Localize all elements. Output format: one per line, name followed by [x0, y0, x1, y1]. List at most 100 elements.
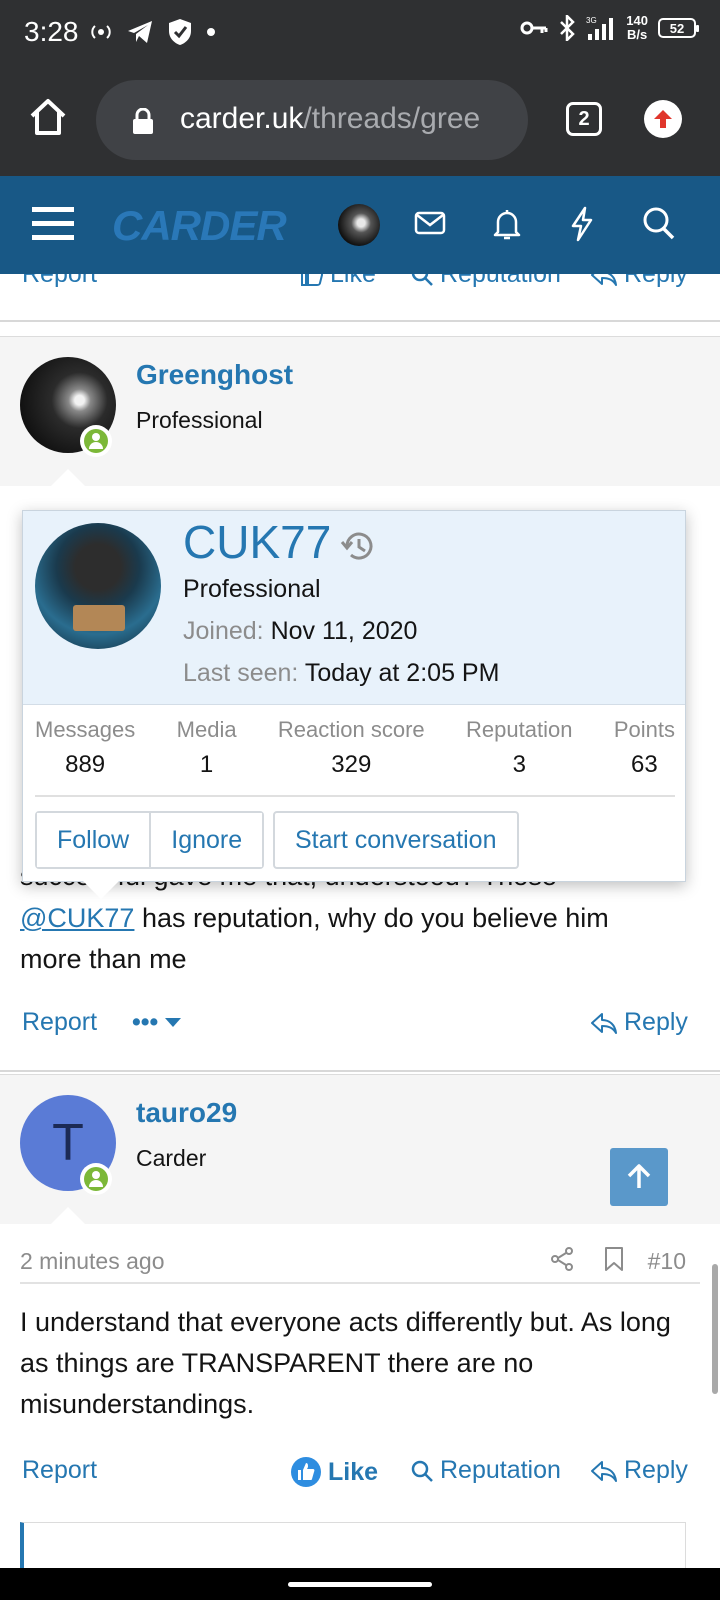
reputation-link[interactable]: Reputation	[410, 1456, 561, 1485]
more-options-button[interactable]: •••	[132, 1008, 182, 1037]
stat-label: Reputation	[466, 717, 573, 742]
post-username[interactable]: tauro29	[136, 1097, 237, 1129]
battery-indicator: 52	[658, 18, 699, 38]
bubble-pointer	[50, 469, 86, 487]
like-button[interactable]: Like	[290, 1456, 378, 1488]
member-avatar[interactable]	[35, 523, 161, 649]
post-time[interactable]: 2 minutes ago	[20, 1248, 164, 1275]
status-time: 3:28	[24, 16, 79, 47]
post-number[interactable]: #10	[648, 1248, 686, 1275]
member-stats: Messages 889 Media 1 Reaction score 329 Rep…	[35, 717, 675, 779]
report-link[interactable]: Report	[22, 1008, 97, 1037]
menu-icon[interactable]	[32, 204, 76, 244]
member-role: Professional	[183, 575, 321, 603]
chevron-down-icon	[165, 1017, 182, 1027]
svg-text:3G: 3G	[586, 16, 597, 25]
mention-link[interactable]: @CUK77	[20, 903, 134, 933]
search-icon[interactable]	[642, 206, 676, 242]
tooltip-pointer	[83, 881, 119, 899]
reputation-link-top[interactable]: Reputation	[410, 274, 561, 289]
stat-value: 3	[512, 751, 526, 778]
site-header: CARDER	[0, 176, 720, 274]
magnifier-icon	[411, 1460, 433, 1482]
update-button[interactable]	[644, 100, 682, 138]
bookmark-icon[interactable]	[604, 1246, 624, 1272]
like-link-top[interactable]: Like	[300, 274, 376, 289]
online-status-icon	[80, 1163, 112, 1195]
post-user-role: Professional	[136, 407, 263, 433]
reply-link[interactable]: Reply	[590, 1456, 688, 1485]
status-left-icons	[90, 18, 216, 46]
reply-link[interactable]: Reply	[590, 1008, 688, 1037]
site-logo[interactable]: CARDER	[112, 202, 287, 250]
url-path: /threads/gree	[303, 102, 481, 135]
home-button[interactable]	[28, 98, 68, 136]
stat-messages[interactable]: Messages 889	[35, 717, 135, 779]
divider	[0, 320, 720, 322]
reputation-label: Reputation	[440, 274, 561, 288]
stat-reputation[interactable]: Reputation 3	[466, 717, 572, 779]
hotspot-icon	[91, 25, 111, 39]
speed-value: 140	[626, 13, 648, 28]
reply-icon	[591, 1460, 617, 1482]
more-label: •••	[132, 1008, 159, 1036]
follow-button[interactable]: Follow	[37, 813, 150, 867]
start-conversation-button[interactable]: Start conversation	[273, 811, 519, 869]
post-text-line: more than me	[20, 944, 187, 974]
inbox-icon[interactable]	[414, 206, 446, 240]
network-speed: 140 B/s	[626, 14, 648, 42]
tooltip-button-group: Follow Ignore	[35, 811, 265, 869]
meta-divider	[20, 1282, 700, 1284]
tooltip-header: CUK77 Professional Joined: Nov 11, 2020 …	[23, 511, 685, 705]
stat-value: 63	[631, 751, 658, 778]
dot-icon	[207, 28, 215, 36]
post-text-rest: has reputation, why do you believe him	[134, 903, 609, 933]
arrow-up-icon	[654, 110, 672, 128]
scroll-to-top-button[interactable]	[610, 1148, 668, 1206]
reply-icon	[591, 1012, 617, 1034]
account-avatar[interactable]	[338, 204, 380, 246]
stat-media[interactable]: Media 1	[177, 717, 237, 779]
member-tooltip: CUK77 Professional Joined: Nov 11, 2020 …	[22, 510, 686, 899]
ignore-button[interactable]: Ignore	[149, 813, 263, 867]
status-bar: 3:28 3G 140 B/s 52	[0, 0, 720, 64]
reputation-label: Reputation	[440, 1456, 561, 1484]
status-right-icons: 3G 140 B/s 52	[520, 14, 699, 42]
shield-icon	[169, 19, 191, 45]
lightning-icon[interactable]	[568, 206, 596, 242]
address-bar[interactable]: carder.uk/threads/gree	[96, 80, 528, 160]
browser-toolbar: carder.uk/threads/gree 2	[0, 64, 720, 176]
system-nav-bar	[0, 1568, 720, 1600]
stat-label: Media	[176, 717, 237, 742]
reply-label: Reply	[624, 1456, 688, 1484]
magnifier-icon	[411, 274, 433, 286]
bubble-pointer	[50, 1207, 86, 1225]
stat-value: 889	[65, 751, 106, 778]
history-icon[interactable]	[339, 527, 377, 565]
speed-unit: B/s	[627, 27, 648, 42]
like-label: Like	[330, 274, 376, 288]
stat-points[interactable]: Points 63	[614, 717, 675, 779]
quick-reply-box[interactable]	[20, 1522, 686, 1568]
home-gesture-handle[interactable]	[288, 1582, 432, 1587]
stat-reaction-score[interactable]: Reaction score 329	[278, 717, 425, 779]
scrollbar[interactable]	[712, 1264, 718, 1394]
share-icon[interactable]	[550, 1246, 574, 1272]
reply-link-top[interactable]: Reply	[590, 274, 688, 289]
like-icon	[291, 1457, 321, 1487]
reply-label: Reply	[624, 1008, 688, 1036]
post-username[interactable]: Greenghost	[136, 359, 293, 391]
report-link[interactable]: Report	[22, 1456, 97, 1485]
bluetooth-icon	[560, 15, 576, 41]
tab-switcher-button[interactable]: 2	[566, 102, 602, 136]
url-host: carder.uk	[180, 102, 304, 135]
bell-icon[interactable]	[492, 206, 522, 242]
post-text: @CUK77 has reputation, why do you believ…	[20, 898, 700, 939]
report-link-top[interactable]: Report	[22, 274, 97, 289]
report-label: Report	[22, 1456, 98, 1484]
last-seen-value: Today at 2:05 PM	[304, 659, 500, 687]
joined-value: Nov 11, 2020	[270, 617, 418, 645]
member-name[interactable]: CUK77	[183, 515, 331, 569]
arrow-up-icon	[627, 1164, 651, 1188]
divider	[0, 1070, 720, 1072]
